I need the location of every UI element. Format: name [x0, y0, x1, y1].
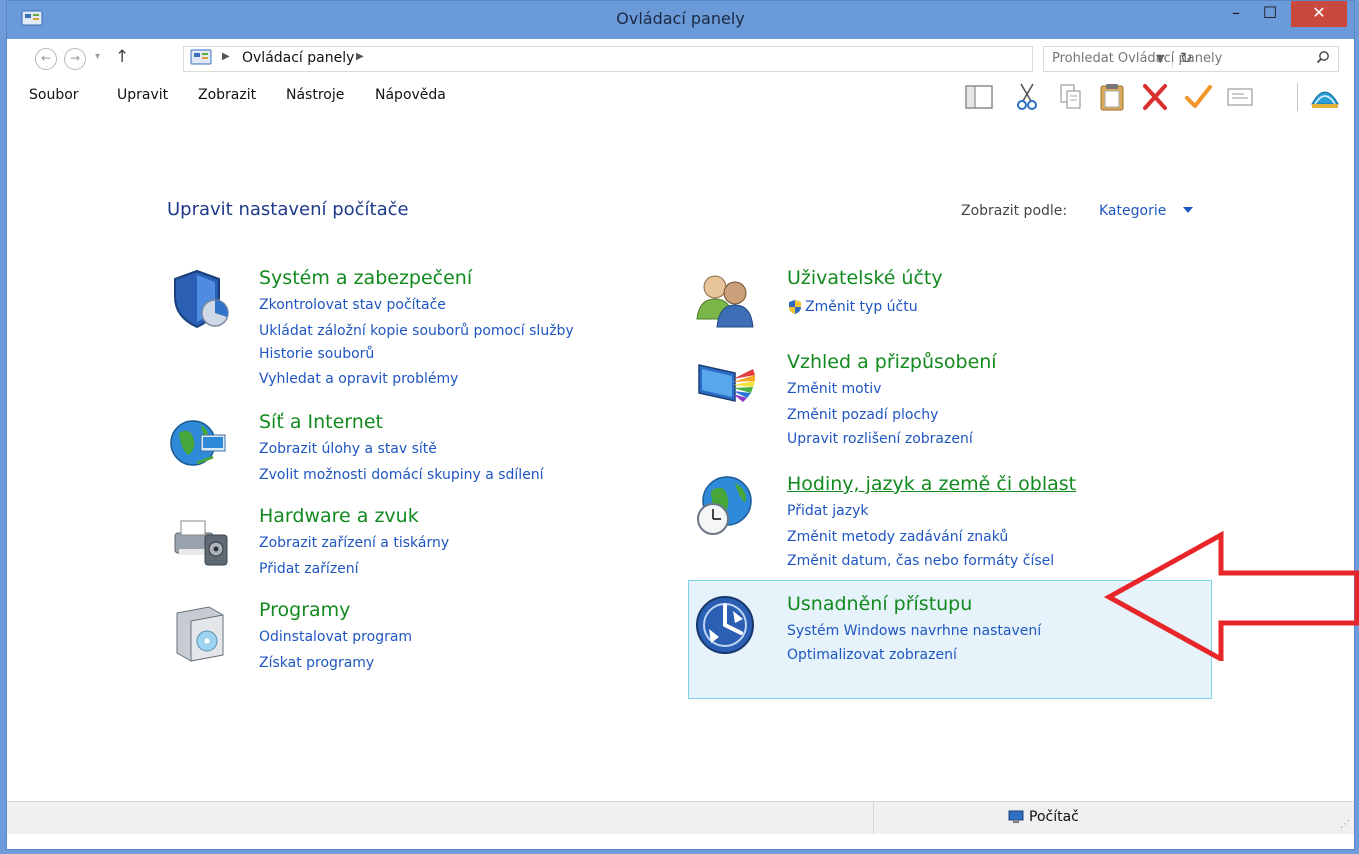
- link-backup-files[interactable]: Ukládat záložní kopie souborů pomocí slu…: [259, 323, 574, 339]
- delete-icon[interactable]: [1139, 82, 1171, 112]
- check-icon[interactable]: [1182, 82, 1214, 112]
- address-bar[interactable]: ▶ Ovládací panely ▶ ▼ ↻: [183, 46, 1193, 72]
- link-change-input-methods[interactable]: Změnit metody zadávání znaků: [787, 529, 1008, 545]
- link-change-account-type[interactable]: Změnit typ účtu: [805, 299, 918, 315]
- link-change-theme[interactable]: Změnit motiv: [787, 381, 881, 397]
- shield-icon[interactable]: [167, 267, 233, 333]
- panel-layout-icon[interactable]: [963, 82, 995, 112]
- menu-file[interactable]: Soubor: [29, 87, 79, 103]
- address-row: ← → ▾ ↑ ▶ Ovládací panely ▶ ▼ ↻: [7, 39, 1354, 77]
- menu-view[interactable]: Zobrazit: [198, 87, 256, 103]
- breadcrumb-separator-icon[interactable]: ▶: [356, 51, 364, 62]
- printer-icon[interactable]: [167, 505, 233, 571]
- category-title[interactable]: Usnadnění přístupu: [787, 593, 972, 615]
- category-title[interactable]: Vzhled a přizpůsobení: [787, 351, 997, 373]
- maximize-button[interactable]: ☐: [1255, 1, 1285, 27]
- link-add-language[interactable]: Přidat jazyk: [787, 503, 868, 519]
- arrow-up-icon: ↑: [115, 47, 130, 67]
- view-by-dropdown[interactable]: Kategorie: [1099, 203, 1166, 219]
- breadcrumb-control-panel[interactable]: Ovládací panely: [242, 50, 354, 66]
- arrow-left-icon: ←: [40, 51, 52, 65]
- link-add-device[interactable]: Přidat zařízení: [259, 561, 359, 577]
- category-title[interactable]: Síť a Internet: [259, 411, 383, 433]
- category-title[interactable]: Uživatelské účty: [787, 267, 943, 289]
- users-icon[interactable]: [693, 267, 759, 333]
- red-arrow-annotation: [1103, 531, 1359, 661]
- search-box[interactable]: [1043, 46, 1339, 72]
- search-input[interactable]: [1044, 47, 1310, 69]
- properties-icon[interactable]: [1224, 82, 1256, 112]
- breadcrumb-separator-icon[interactable]: ▶: [222, 51, 230, 62]
- link-check-computer-status[interactable]: Zkontrolovat stav počítače: [259, 297, 446, 313]
- search-icon[interactable]: [1316, 50, 1330, 64]
- forward-button[interactable]: →: [64, 48, 86, 70]
- link-devices-printers[interactable]: Zobrazit zařízení a tiskárny: [259, 535, 449, 551]
- category-title[interactable]: Hardware a zvuk: [259, 505, 419, 527]
- link-windows-suggest-settings[interactable]: Systém Windows navrhne nastavení: [787, 623, 1041, 639]
- view-by-label: Zobrazit podle:: [961, 203, 1068, 219]
- link-optimize-display[interactable]: Optimalizovat zobrazení: [787, 647, 957, 663]
- link-change-date-time-formats[interactable]: Změnit datum, čas nebo formáty čísel: [787, 553, 1054, 569]
- status-bar: Počítač ⋰: [7, 801, 1354, 834]
- arrow-right-icon: →: [69, 51, 81, 65]
- link-homegroup-sharing[interactable]: Zvolit možnosti domácí skupiny a sdílení: [259, 467, 544, 483]
- link-file-history[interactable]: Historie souborů: [259, 346, 374, 362]
- computer-icon: [1008, 810, 1024, 823]
- window-title: Ovládací panely: [616, 9, 745, 28]
- copy-icon[interactable]: [1054, 82, 1086, 112]
- category-title[interactable]: Programy: [259, 599, 350, 621]
- link-get-programs[interactable]: Získat programy: [259, 655, 374, 671]
- category-title[interactable]: Hodiny, jazyk a země či oblast: [787, 473, 1076, 495]
- appearance-monitor-icon[interactable]: [693, 351, 759, 417]
- control-panel-icon: [190, 49, 212, 65]
- status-location: Počítač: [1029, 809, 1079, 825]
- link-uninstall-program[interactable]: Odinstalovat program: [259, 629, 412, 645]
- back-button[interactable]: ←: [35, 48, 57, 70]
- close-button[interactable]: ✕: [1291, 1, 1347, 27]
- ease-of-access-icon[interactable]: [693, 593, 759, 659]
- cut-icon[interactable]: [1011, 82, 1043, 112]
- link-find-fix-problems[interactable]: Vyhledat a opravit problémy: [259, 371, 458, 387]
- classic-shell-icon[interactable]: [1309, 82, 1341, 112]
- programs-box-icon[interactable]: [167, 599, 233, 665]
- resize-grip-icon[interactable]: ⋰: [1340, 819, 1350, 830]
- title-bar[interactable]: Ovládací panely – ☐ ✕: [7, 1, 1354, 39]
- menu-help[interactable]: Nápověda: [375, 87, 446, 103]
- chevron-down-icon[interactable]: [1183, 207, 1193, 213]
- minimize-button[interactable]: –: [1221, 1, 1251, 27]
- clock-globe-icon[interactable]: [693, 473, 759, 539]
- menu-bar: Soubor Upravit Zobrazit Nástroje Nápověd…: [7, 77, 1354, 116]
- page-title: Upravit nastavení počítače: [167, 199, 409, 220]
- link-adjust-resolution[interactable]: Upravit rozlišení zobrazení: [787, 431, 973, 447]
- recent-locations-chevron-icon[interactable]: ▾: [95, 51, 100, 62]
- menu-tools[interactable]: Nástroje: [286, 87, 344, 103]
- category-title[interactable]: Systém a zabezpečení: [259, 267, 472, 289]
- link-network-status[interactable]: Zobrazit úlohy a stav sítě: [259, 441, 437, 457]
- paste-icon[interactable]: [1096, 82, 1128, 112]
- control-panel-window: Ovládací panely – ☐ ✕ ← → ▾ ↑ ▶ Ovládací…: [6, 0, 1359, 850]
- network-globe-icon[interactable]: [167, 411, 233, 477]
- menu-edit[interactable]: Upravit: [117, 87, 168, 103]
- link-change-desktop-background[interactable]: Změnit pozadí plochy: [787, 407, 938, 423]
- uac-shield-icon: [789, 300, 801, 314]
- content-area: Upravit nastavení počítače Zobrazit podl…: [7, 115, 1359, 801]
- status-bar-divider: [873, 802, 874, 834]
- toolbar-separator: [1297, 83, 1298, 111]
- up-level-button[interactable]: ↑: [115, 47, 129, 67]
